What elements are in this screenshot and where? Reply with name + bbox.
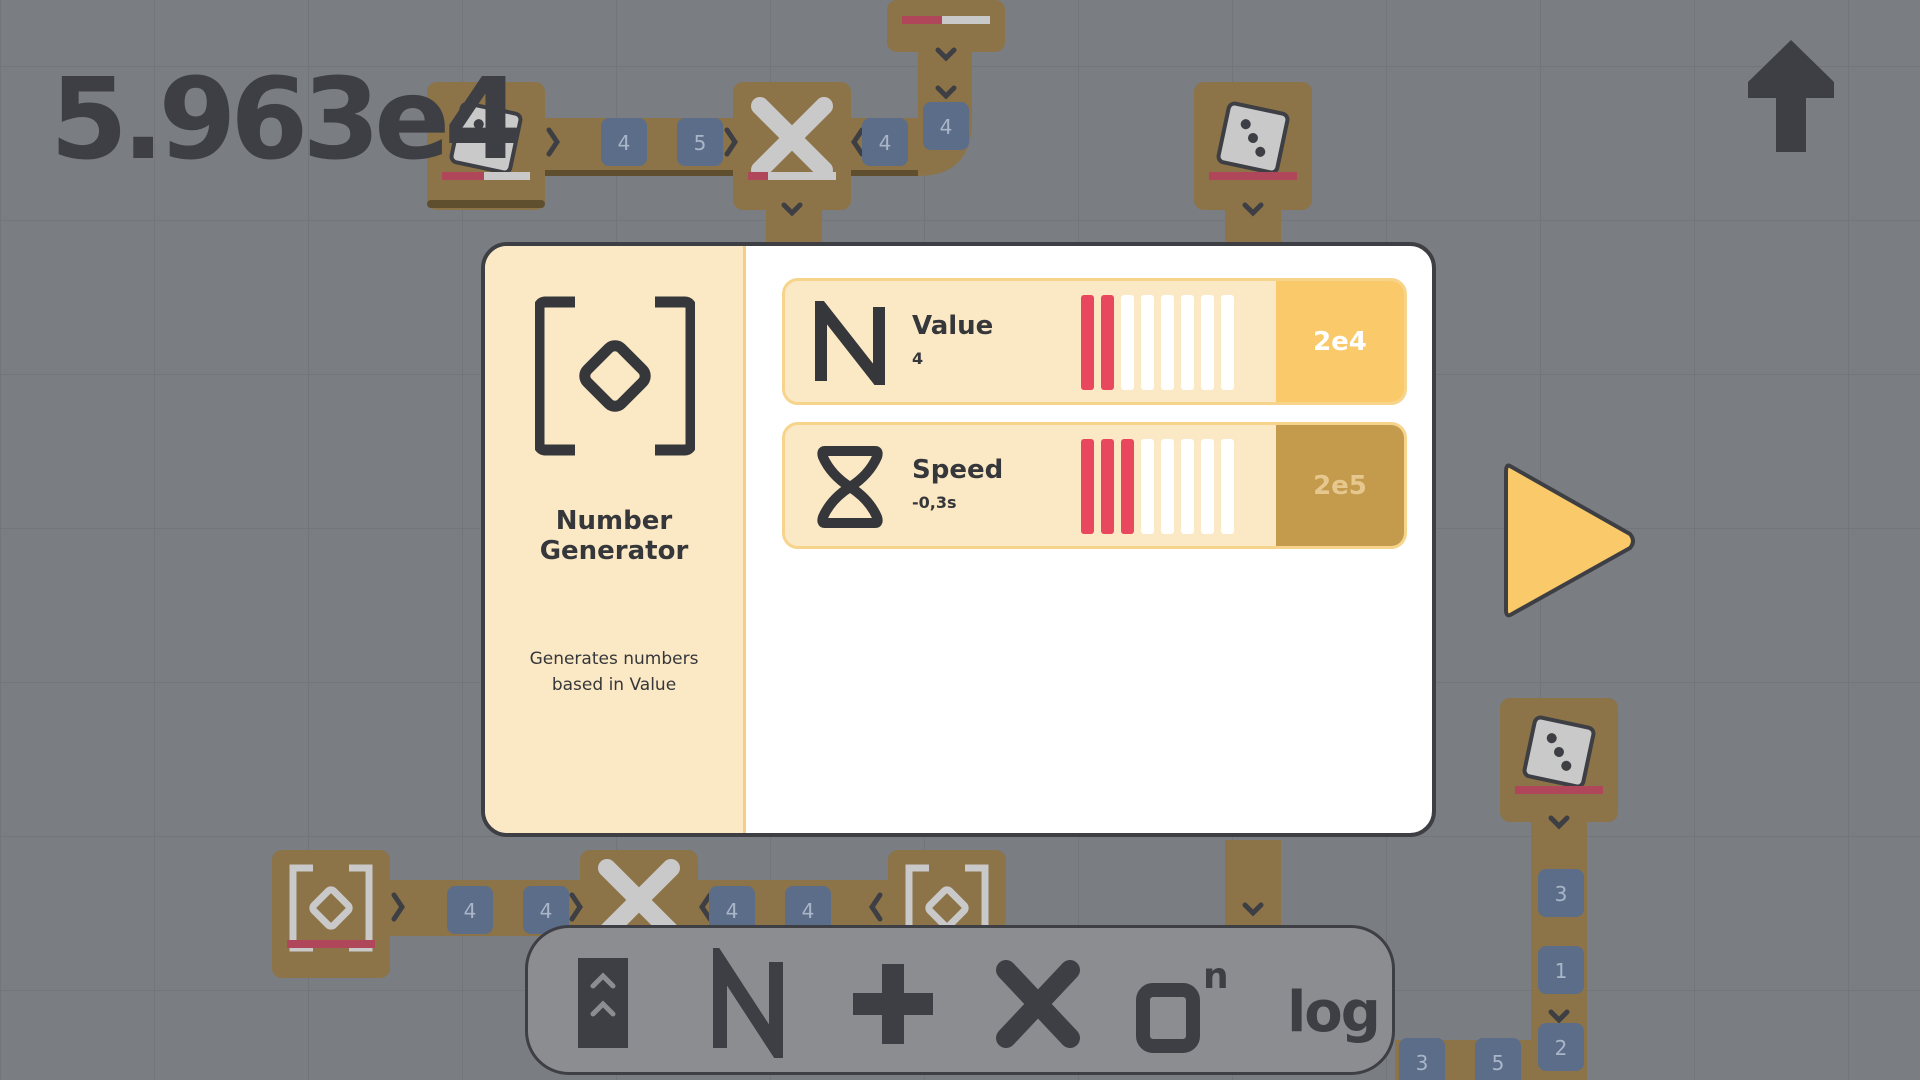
number-chip: 3 (1555, 882, 1568, 906)
number-chip: 4 (879, 131, 892, 155)
machine-description: Generates numbers based in Value (529, 649, 699, 695)
machine-info-modal: Number Generator Generates numbers based… (481, 242, 1436, 837)
conveyor-icon (578, 958, 628, 1048)
number-chip: 5 (1492, 1051, 1505, 1075)
level-bar (1161, 439, 1174, 534)
n-icon (713, 938, 783, 1072)
level-bar (1221, 295, 1234, 390)
level-bar (1221, 439, 1234, 534)
number-chip: 4 (802, 899, 815, 923)
number-chip: 4 (940, 115, 953, 139)
dice-tile[interactable] (887, 0, 1005, 52)
stat-row-value: Value 4 2e4 (782, 278, 1407, 405)
level-bar (1181, 439, 1194, 534)
number-chip: 5 (694, 131, 707, 155)
level-bar (1141, 439, 1154, 534)
stat-name: Value (912, 311, 994, 341)
level-bar (1161, 295, 1174, 390)
log-tool[interactable]: log (1278, 948, 1388, 1058)
multiply-tile[interactable] (733, 82, 851, 210)
number-chip: 4 (540, 899, 553, 923)
level-bar (1141, 295, 1154, 390)
power-tool[interactable]: n (1133, 948, 1233, 1058)
machine-info-panel: Number Generator Generates numbers based… (485, 246, 746, 833)
machine-title: Number Generator (539, 506, 689, 566)
generator-tool[interactable] (698, 938, 798, 1072)
multiply-tool[interactable] (988, 948, 1088, 1058)
upgrade-cost-button[interactable]: 2e5 (1276, 425, 1404, 546)
level-bar (1081, 295, 1094, 390)
level-bar (1081, 439, 1094, 534)
level-bar (1201, 439, 1214, 534)
number-chip: 4 (464, 899, 477, 923)
conveyor-tool[interactable] (553, 948, 653, 1058)
stat-value: 4 (912, 349, 924, 368)
level-bar (1101, 439, 1114, 534)
score-display: 5.963e4 (50, 55, 522, 185)
multiply-icon (996, 960, 1080, 1048)
generator-tile[interactable] (272, 850, 390, 978)
play-icon[interactable] (1500, 458, 1640, 624)
n-icon (815, 301, 885, 385)
build-toolbar: n log (525, 925, 1395, 1075)
multiply-tile[interactable] (580, 850, 698, 932)
number-chip: 4 (618, 131, 631, 155)
plus-icon (853, 964, 933, 1044)
stat-name: Speed (912, 455, 1004, 485)
number-chip: 2 (1555, 1036, 1568, 1060)
level-bar (1121, 439, 1134, 534)
level-bar (1181, 295, 1194, 390)
power-icon: n (1136, 956, 1229, 1053)
level-bar (1101, 295, 1114, 390)
power-label: n (1203, 956, 1229, 997)
dice-tile[interactable] (1500, 698, 1618, 822)
log-icon: log (1287, 980, 1381, 1045)
hourglass-icon (817, 446, 883, 528)
number-chip: 1 (1555, 959, 1568, 983)
level-bar (1201, 295, 1214, 390)
level-bar (1121, 295, 1134, 390)
add-tool[interactable] (843, 948, 943, 1058)
dice-tile[interactable] (1194, 82, 1312, 210)
number-chip: 4 (726, 899, 739, 923)
stat-value: -0,3s (912, 493, 957, 512)
number-chip: 3 (1416, 1051, 1429, 1075)
upgrade-cost-button[interactable]: 2e4 (1276, 281, 1404, 402)
number-generator-icon (535, 296, 695, 456)
up-arrow-icon[interactable] (1748, 40, 1834, 152)
stat-row-speed: Speed -0,3s 2e5 (782, 422, 1407, 549)
